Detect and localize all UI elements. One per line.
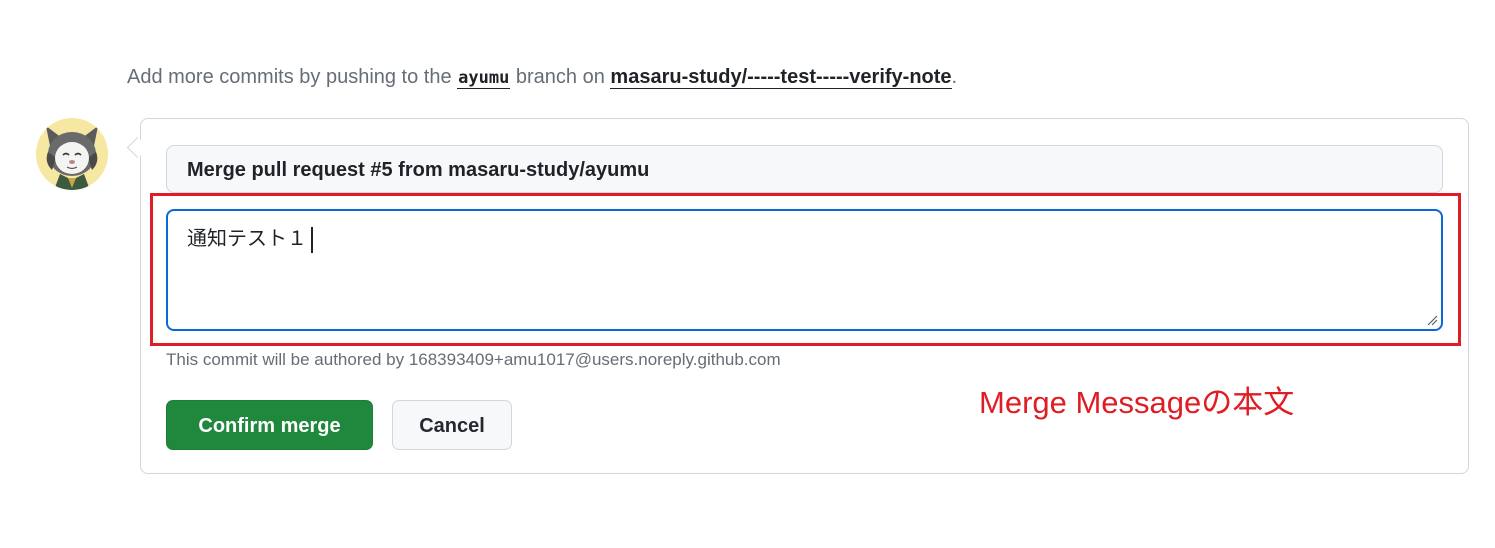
avatar[interactable]: [36, 118, 108, 190]
user-avatar-icon: [36, 118, 108, 190]
branch-name[interactable]: ayumu: [457, 68, 511, 89]
commit-body-textarea[interactable]: 通知テスト１: [166, 209, 1443, 331]
commit-body-text: 通知テスト１: [187, 228, 307, 250]
cancel-button[interactable]: Cancel: [392, 400, 512, 450]
push-hint-middle: branch on: [510, 66, 611, 88]
confirm-merge-button[interactable]: Confirm merge: [166, 400, 373, 450]
text-cursor: [311, 226, 313, 253]
commit-title-input[interactable]: Merge pull request #5 from masaru-study/…: [166, 145, 1443, 193]
resize-grip-icon[interactable]: [1426, 314, 1438, 326]
annotation-label: Merge Messageの本文: [979, 385, 1295, 420]
push-hint: Add more commits by pushing to the ayumu…: [127, 62, 957, 93]
repo-link[interactable]: masaru-study/-----test-----verify-note: [610, 66, 952, 89]
push-hint-suffix: .: [951, 66, 958, 88]
push-hint-prefix: Add more commits by pushing to the: [127, 66, 458, 88]
author-note: This commit will be authored by 16839340…: [166, 350, 781, 369]
